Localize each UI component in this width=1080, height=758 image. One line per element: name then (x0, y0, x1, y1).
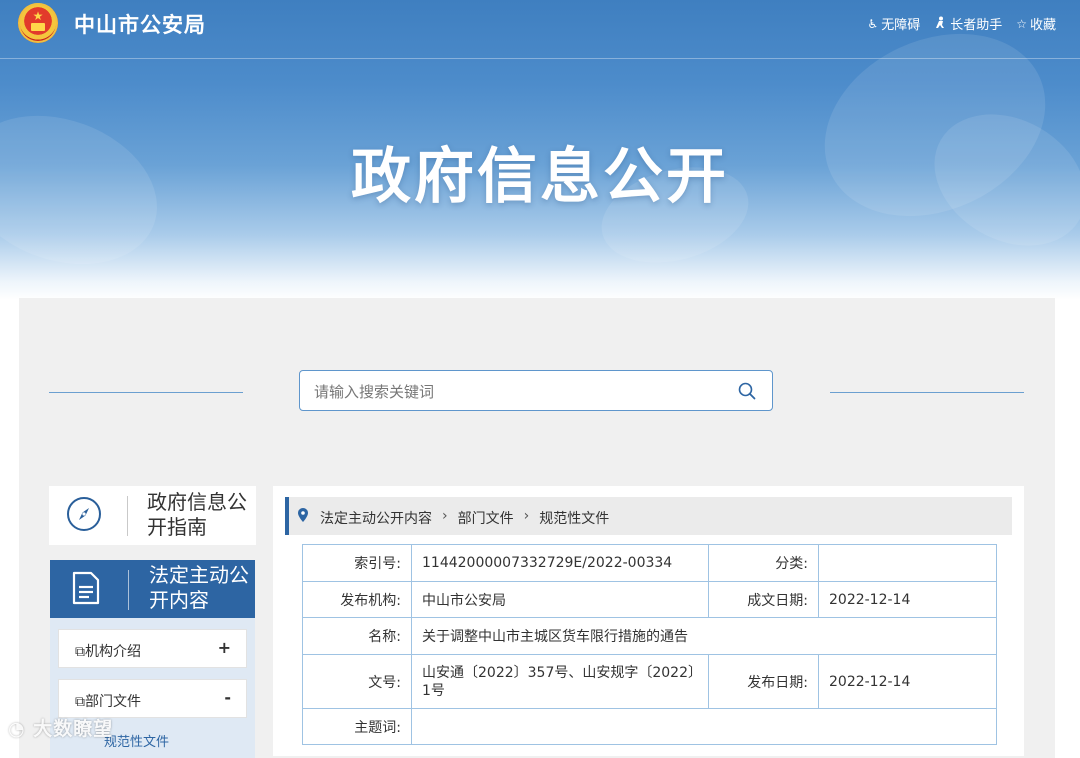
nav-subitem-normative-docs[interactable]: 规范性文件 (104, 731, 169, 750)
category-label: 分类: (708, 544, 819, 582)
national-emblem-icon: ★ (18, 3, 58, 43)
accessibility-link[interactable]: ♿ 无障碍 (867, 14, 921, 34)
written-date-value: 2022-12-14 (818, 581, 997, 618)
chevron-right-icon: › (523, 508, 530, 524)
accessibility-label: 无障碍 (881, 18, 921, 33)
name-label: 名称: (302, 617, 412, 655)
table-row: 名称: 关于调整中山市主城区货车限行措施的通告 (302, 617, 997, 655)
header-tools: ♿ 无障碍 长者助手 ☆ 收藏 (867, 14, 1056, 33)
breadcrumb-item[interactable]: 法定主动公开内容 (320, 508, 432, 528)
active-category-label: 法定主动公开内容 (149, 563, 249, 612)
watermark: ◔ 大数瞭望 (8, 718, 114, 740)
category-value (818, 544, 997, 582)
star-icon: ☆ (1016, 16, 1027, 31)
publish-date-value: 2022-12-14 (818, 654, 997, 709)
separator (128, 570, 129, 610)
expand-icon[interactable]: + (218, 638, 231, 657)
site-title[interactable]: 中山市公安局 (74, 9, 206, 39)
nav-item-dept-docs[interactable]: ⧉部门文件 - (58, 679, 247, 718)
document-info-table: 索引号: 11442000007332729E/2022-00334 分类: 发… (302, 544, 997, 745)
search-input[interactable] (312, 380, 716, 404)
elder-assist-icon (934, 16, 947, 32)
doc-no-value: 山安通〔2022〕357号、山安规字〔2022〕1号 (411, 654, 709, 709)
elder-assist-label: 长者助手 (950, 18, 1003, 33)
name-value: 关于调整中山市主城区货车限行措施的通告 (411, 617, 997, 655)
hero-banner: ★ 中山市公安局 ♿ 无障碍 长者助手 ☆ 收藏 政府信息公开 (0, 0, 1080, 300)
written-date-label: 成文日期: (708, 581, 819, 618)
chevron-right-icon: › (442, 508, 448, 524)
copy-icon: ⧉ (75, 694, 85, 710)
table-row: 文号: 山安通〔2022〕357号、山安规字〔2022〕1号 发布日期: 202… (302, 654, 997, 709)
location-pin-icon (298, 508, 308, 522)
nav-item-label: ⧉部门文件 (75, 694, 141, 710)
collapse-icon[interactable]: - (224, 688, 231, 707)
breadcrumb-item[interactable]: 规范性文件 (539, 508, 609, 528)
accessibility-icon: ♿ (867, 16, 879, 31)
copy-icon: ⧉ (75, 644, 85, 660)
search-icon[interactable] (738, 382, 756, 400)
table-row: 索引号: 11442000007332729E/2022-00334 分类: (302, 544, 997, 582)
page-hero-title: 政府信息公开 (351, 142, 729, 212)
document-icon (72, 571, 100, 605)
separator (127, 496, 128, 536)
guide-nav-card[interactable]: 政府信息公开指南 (49, 486, 256, 545)
active-category-card[interactable]: 法定主动公开内容 (50, 560, 255, 618)
keywords-value (411, 708, 997, 745)
table-row: 主题词: (302, 708, 997, 745)
index-label: 索引号: (302, 544, 412, 582)
publish-date-label: 发布日期: (708, 654, 819, 709)
breadcrumb-item[interactable]: 部门文件 (458, 508, 514, 528)
keywords-label: 主题词: (302, 708, 412, 745)
table-row: 发布机构: 中山市公安局 成文日期: 2022-12-14 (302, 581, 997, 618)
publisher-label: 发布机构: (302, 581, 412, 618)
nav-item-label: ⧉机构介绍 (75, 644, 141, 660)
watermark-logo-icon: ◔ (8, 718, 26, 740)
favorite-link[interactable]: ☆ 收藏 (1016, 14, 1056, 34)
elder-assist-link[interactable]: 长者助手 (934, 14, 1002, 33)
doc-no-label: 文号: (302, 654, 412, 709)
breadcrumb: 法定主动公开内容 › 部门文件 › 规范性文件 (285, 497, 1012, 535)
guide-label: 政府信息公开指南 (147, 490, 247, 539)
divider-left (49, 392, 243, 393)
compass-icon (67, 497, 101, 531)
publisher-value: 中山市公安局 (411, 581, 709, 618)
divider-right (830, 392, 1024, 393)
index-value: 11442000007332729E/2022-00334 (411, 544, 709, 582)
favorite-label: 收藏 (1029, 18, 1056, 33)
search-box (299, 370, 773, 411)
top-bar: ★ 中山市公安局 ♿ 无障碍 长者助手 ☆ 收藏 (0, 0, 1080, 59)
nav-item-org-intro[interactable]: ⧉机构介绍 + (58, 629, 247, 668)
